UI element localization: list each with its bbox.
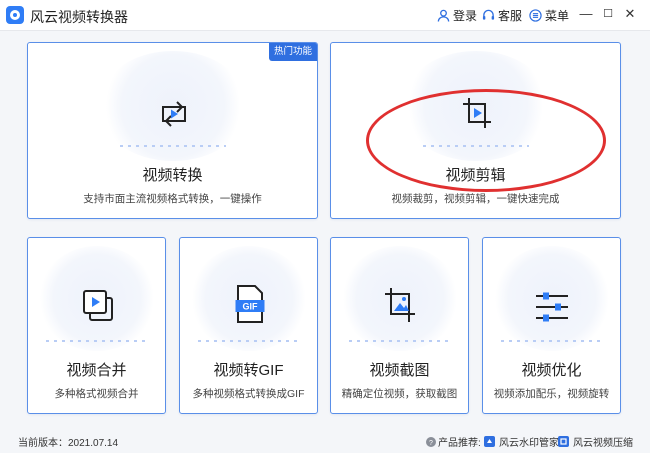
card-description: 精确定位视频，获取截图 <box>341 388 458 400</box>
card-title: 视频优化 <box>521 362 582 379</box>
decor-dots <box>423 145 529 147</box>
card-title: 视频转换 <box>142 167 203 184</box>
card-description: 多种视频格式转换成GIF <box>192 388 305 400</box>
decor-dots <box>501 340 603 342</box>
login-label: 登录 <box>453 9 478 23</box>
close-button[interactable]: ✕ <box>622 6 638 22</box>
watermark-app-icon <box>484 436 495 447</box>
card-title: 视频截图 <box>369 362 430 379</box>
menu-label: 菜单 <box>545 9 570 23</box>
card-video-optimize[interactable]: 视频优化 视频添加配乐，视频旋转 <box>482 237 621 414</box>
screenshot-crop-icon <box>385 288 415 322</box>
convert-icon <box>162 101 186 127</box>
crop-icon <box>463 98 491 128</box>
app-logo-icon <box>6 6 24 24</box>
card-title: 视频合并 <box>66 362 127 379</box>
service-button[interactable]: 客服 <box>482 7 522 24</box>
product-recommend-label: ? 产品推荐: <box>426 434 481 449</box>
merge-icon <box>83 290 113 321</box>
sliders-icon <box>536 292 568 322</box>
card-title: 视频剪辑 <box>445 167 506 184</box>
app-title: 风云视频转换器 <box>30 9 128 25</box>
minimize-button[interactable]: — <box>578 6 594 22</box>
card-description: 多种格式视频合并 <box>54 388 139 400</box>
menu-icon <box>529 9 542 22</box>
help-icon: ? <box>426 436 436 447</box>
card-video-convert[interactable]: 热门功能 视频转换 支持市面主流视频格式转换，一键操作 <box>27 42 318 219</box>
decor-dots <box>120 145 226 147</box>
card-description: 视频添加配乐，视频旋转 <box>493 388 610 400</box>
gif-icon-label: GIF <box>243 302 259 312</box>
menu-button[interactable]: 菜单 <box>529 7 569 24</box>
user-icon <box>437 9 450 22</box>
card-video-to-gif[interactable]: GIF 视频转GIF 多种视频格式转换成GIF <box>179 237 318 414</box>
card-video-screenshot[interactable]: 视频截图 精确定位视频，获取截图 <box>330 237 469 414</box>
card-description: 视频裁剪，视频剪辑，一键快速完成 <box>391 193 560 205</box>
service-label: 客服 <box>498 9 523 23</box>
card-video-crop[interactable]: 视频剪辑 视频裁剪，视频剪辑，一键快速完成 <box>330 42 621 219</box>
version-text: 当前版本：2021.07.14 <box>18 438 119 449</box>
headset-icon <box>482 9 495 20</box>
login-button[interactable]: 登录 <box>437 7 477 24</box>
maximize-button[interactable]: ☐ <box>600 6 616 22</box>
gif-file-icon: GIF <box>235 285 265 323</box>
recommend-text: 产品推荐: <box>438 438 481 449</box>
card-video-merge[interactable]: 视频合并 多种格式视频合并 <box>27 237 166 414</box>
svg-text:?: ? <box>429 440 433 447</box>
hot-feature-badge: 热门功能 <box>268 43 317 61</box>
product-link-compress[interactable]: 风云视频压缩 <box>558 434 633 449</box>
decor-dots <box>46 340 148 342</box>
product-link-watermark[interactable]: 风云水印管家 <box>484 434 559 449</box>
card-description: 支持市面主流视频格式转换，一键操作 <box>83 193 262 205</box>
compress-app-icon <box>558 436 569 447</box>
card-title: 视频转GIF <box>213 362 284 379</box>
decor-dots <box>198 340 300 342</box>
product1-label: 风云水印管家 <box>499 438 559 449</box>
decor-dots <box>349 340 451 342</box>
product2-label: 风云视频压缩 <box>573 438 633 449</box>
title-bar: 风云视频转换器 登录 客服 菜单 — ☐ ✕ <box>0 0 650 31</box>
status-bar: 当前版本：2021.07.14 ? 产品推荐: 风云水印管家 风云视频压缩 <box>0 428 650 453</box>
